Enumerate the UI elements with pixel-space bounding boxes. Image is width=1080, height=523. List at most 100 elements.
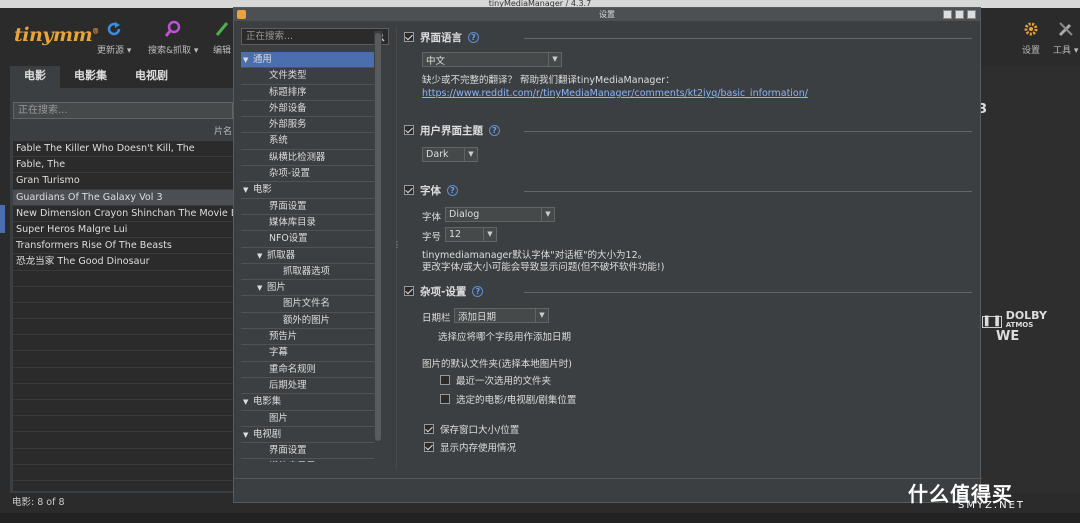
search-scrape-button[interactable]: 搜索&抓取 ▾ [148,20,198,56]
option-last-folder[interactable]: 最近一次选用的文件夹 [440,373,551,387]
help-icon[interactable]: ? [472,285,484,297]
tree-item[interactable]: 标题排序 [241,85,377,101]
tree-item[interactable]: ▼ 电影 [241,182,377,199]
expand-triangle-icon[interactable]: ▼ [243,394,253,410]
table-row[interactable]: Transformers Rise Of The Beasts [13,238,234,255]
tree-scrollbar[interactable] [374,31,382,463]
font-family-select[interactable]: Dialog ▼ [445,207,555,222]
translation-link[interactable]: https://www.reddit.com/r/tinyMediaManage… [422,88,808,99]
tree-item[interactable]: NFO设置 [241,231,377,248]
font-size-select[interactable]: 12 ▼ [445,227,497,242]
option-save-window[interactable]: 保存窗口大小/位置 [424,422,519,436]
expand-triangle-icon[interactable]: ▼ [257,248,267,264]
tree-item[interactable]: 界面设置 [241,199,377,215]
help-icon[interactable]: ? [447,184,458,196]
tree-item[interactable]: 后期处理 [241,378,377,395]
date-field-label: 日期栏 [422,313,451,324]
table-row[interactable]: Guardians Of The Galaxy Vol 3 [13,189,234,206]
tools-button[interactable]: 工具 ▾ [1053,20,1078,56]
collapse-checkbox[interactable] [404,185,414,195]
title-column-header[interactable]: 片名 [13,124,234,140]
language-select[interactable]: 中文 ▼ [422,52,562,67]
checkbox[interactable] [440,375,450,385]
table-row[interactable]: Gran Turismo [13,173,234,190]
update-source-button[interactable]: 更新源 ▾ [97,20,131,56]
checkbox[interactable] [440,394,450,404]
tree-item[interactable]: 外部服务 [241,117,377,134]
tree-item-label: 图片文件名 [283,298,330,310]
tree-item[interactable]: ▼ 通用 [241,52,377,69]
tree-item[interactable]: 文件类型 [241,68,377,85]
table-row [13,351,234,368]
close-icon[interactable] [967,10,976,19]
tree-item[interactable]: ▼ 抓取器 [241,248,377,264]
tab-movies[interactable]: 电影 [10,66,60,88]
help-icon[interactable]: ? [489,124,500,136]
theme-select[interactable]: Dark ▼ [422,147,478,162]
maximize-icon[interactable] [955,10,964,19]
table-row[interactable]: Super Heros Malgre Lui [13,222,234,239]
tree-item[interactable]: ▼ 电视剧 [241,427,377,444]
settings-content: 界面语言? 中文 ▼ 缺少或不完整的翻译？ 帮助我们翻译tinyMediaMana… [404,28,974,478]
table-row [13,400,234,417]
tree-item[interactable]: 图片文件名 [241,296,377,313]
tree-item[interactable]: 额外的图片 [241,313,377,330]
tree-item[interactable]: 字幕 [241,345,377,362]
tree-item[interactable]: 系统 [241,133,377,150]
chevron-down-icon: ▼ [541,208,554,221]
minimize-icon[interactable] [943,10,952,19]
tree-item[interactable]: 杂项-设置 [241,166,377,183]
checkbox[interactable] [424,442,434,452]
tree-item[interactable]: 图片 [241,411,377,427]
table-row[interactable]: Fable The Killer Who Doesn't Kill, The [13,141,234,158]
movie-panel: 正在搜索... 片名 Fable The Killer Who Doesn't … [10,88,234,493]
collapse-checkbox[interactable] [404,32,414,42]
tree-item[interactable]: ▼ 图片 [241,280,377,297]
option-media-folder[interactable]: 选定的电影/电视剧/剧集位置 [440,392,576,406]
edit-button[interactable]: 编辑 [213,20,231,56]
settings-tree: ▼ 通用 文件类型 标题排序 外部设备 外部服务 系统 纵横比检测器 杂项-设置 ▼ 电影 界面设置媒… [241,52,377,462]
table-row[interactable]: Fable, The [13,157,234,174]
split-handle-icon[interactable]: ⋮ [393,240,401,249]
expand-triangle-icon[interactable]: ▼ [243,427,253,443]
tree-item-label: 杂项-设置 [269,168,310,180]
tree-item-label: 媒体库目录 [269,216,316,228]
tab-tv-shows[interactable]: 电视剧 [121,66,182,88]
tree-item[interactable]: 界面设置 [241,443,377,460]
tree-item[interactable]: 媒体库目录 [241,459,377,462]
tree-item-label: 电影 [253,184,272,196]
tree-item[interactable]: 媒体库目录 [241,215,377,232]
collapse-handle[interactable] [0,205,5,233]
collapse-checkbox[interactable] [404,286,414,296]
checkbox[interactable] [424,424,434,434]
help-icon[interactable]: ? [468,31,479,43]
dialog-title-bar: 设置 [234,8,980,21]
table-row[interactable]: New Dimension Crayon Shinchan The Movie … [13,206,234,222]
settings-search-input[interactable]: 正在搜索... [241,28,389,45]
tree-item-label: 系统 [269,135,288,147]
table-row[interactable]: 恐龙当家 The Good Dinosaur [13,254,234,271]
tab-movie-sets[interactable]: 电影集 [60,66,121,88]
tree-item[interactable]: 预告片 [241,329,377,346]
date-field-select[interactable]: 添加日期 ▼ [454,308,549,323]
section-title: 杂项-设置 [420,285,467,298]
expand-triangle-icon[interactable]: ▼ [243,52,253,68]
tree-item[interactable]: 纵横比检测器 [241,150,377,167]
movie-search-input[interactable]: 正在搜索... [13,102,233,119]
option-show-memory[interactable]: 显示内存使用情况 [424,440,516,454]
settings-button[interactable]: 设置 [1022,20,1040,56]
table-row [13,287,234,303]
tree-item[interactable]: 外部设备 [241,101,377,118]
expand-triangle-icon[interactable]: ▼ [243,182,253,198]
table-row [13,335,234,352]
tree-item-label: 后期处理 [269,379,307,391]
tree-item-label: 媒体库目录 [269,461,316,462]
refresh-icon [107,22,121,36]
tree-item[interactable]: ▼ 电影集 [241,394,377,411]
tree-item[interactable]: 重命名规则 [241,362,377,378]
tree-item-label: 纵横比检测器 [269,151,326,163]
collapse-checkbox[interactable] [404,125,414,135]
movie-count-status: 电影: 8 of 8 [12,497,65,508]
tree-item[interactable]: 抓取器选项 [241,264,377,281]
expand-triangle-icon[interactable]: ▼ [257,280,267,296]
